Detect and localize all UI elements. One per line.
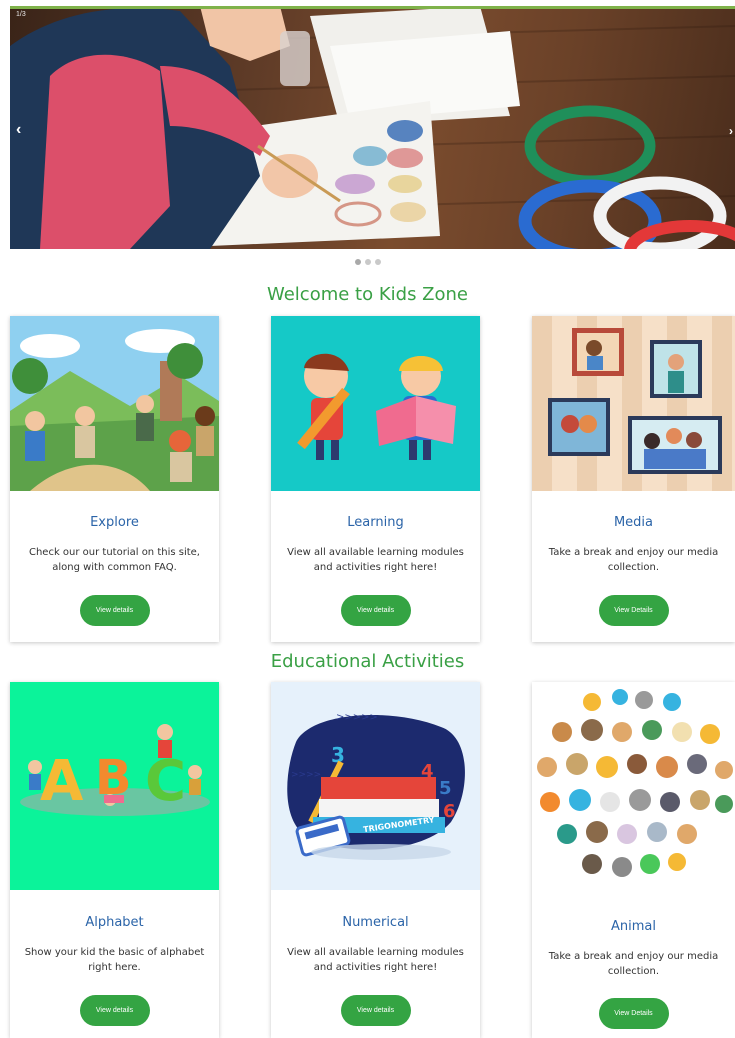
card-animal: Animal Take a break and enjoy our media … [532, 682, 735, 1038]
numerical-image: >>>>> >>>> 3 4 5 6 TRIGONOMETRY [271, 682, 480, 890]
view-details-button[interactable]: View details [340, 995, 411, 1026]
carousel-indicators [0, 259, 735, 265]
card-description: Show your kid the basic of alphabet righ… [24, 947, 205, 973]
learning-image [271, 316, 480, 491]
view-details-button[interactable]: View details [79, 995, 150, 1026]
svg-text:A: A [40, 749, 84, 814]
svg-text:>>>>: >>>> [291, 770, 321, 780]
card-title: Numerical [342, 915, 409, 930]
card-description: Check our our tutorial on this site, alo… [28, 547, 200, 573]
hero-slide-image [10, 6, 735, 249]
animal-image [532, 682, 735, 890]
card-title: Explore [90, 515, 139, 530]
svg-text:>>>>>: >>>>> [336, 712, 378, 723]
activities-heading: Educational Activities [270, 651, 465, 672]
carousel-indicator-2[interactable] [364, 259, 371, 265]
carousel-next-button[interactable]: › [729, 124, 733, 138]
card-title: Alphabet [85, 915, 144, 930]
card-learning: Learning View all available learning mod… [271, 316, 480, 642]
card-numerical: >>>>> >>>> 3 4 5 6 TRIGONOMETRY Numerica… [271, 682, 480, 1038]
carousel-indicator-3[interactable] [374, 259, 381, 265]
explore-image [10, 316, 219, 491]
card-description: View all available learning modules and … [287, 547, 464, 573]
view-details-button[interactable]: View Details [598, 998, 669, 1029]
svg-text:C: C [145, 749, 186, 814]
card-title: Media [613, 515, 654, 530]
alphabet-image: A B C [10, 682, 219, 890]
view-details-button[interactable]: View Details [598, 595, 669, 626]
carousel-indicator-1[interactable] [354, 259, 361, 265]
svg-text:5: 5 [439, 778, 452, 799]
card-description: Take a break and enjoy our media collect… [548, 547, 719, 573]
card-title: Animal [611, 919, 656, 934]
view-details-button[interactable]: View details [340, 595, 411, 626]
card-title: Learning [347, 515, 404, 530]
card-description: Take a break and enjoy our media collect… [548, 951, 719, 977]
welcome-heading: Welcome to Kids Zone [266, 284, 468, 305]
kids-zone-page: 1/3 ‹ › Welcome to Kids Zone Explore Che… [0, 0, 735, 1038]
media-image [532, 316, 735, 491]
carousel-top-accent [10, 6, 735, 9]
card-media: Media Take a break and enjoy our media c… [532, 316, 735, 642]
card-description: View all available learning modules and … [287, 947, 464, 973]
card-alphabet: A B C Alphabet Show your kid the basic o… [10, 682, 219, 1038]
hero-carousel[interactable]: 1/3 ‹ › [10, 6, 735, 249]
carousel-prev-button[interactable]: ‹ [16, 121, 21, 139]
view-details-button[interactable]: View details [79, 595, 150, 626]
card-explore: Explore Check our our tutorial on this s… [10, 316, 219, 642]
slide-counter: 1/3 [16, 11, 26, 18]
